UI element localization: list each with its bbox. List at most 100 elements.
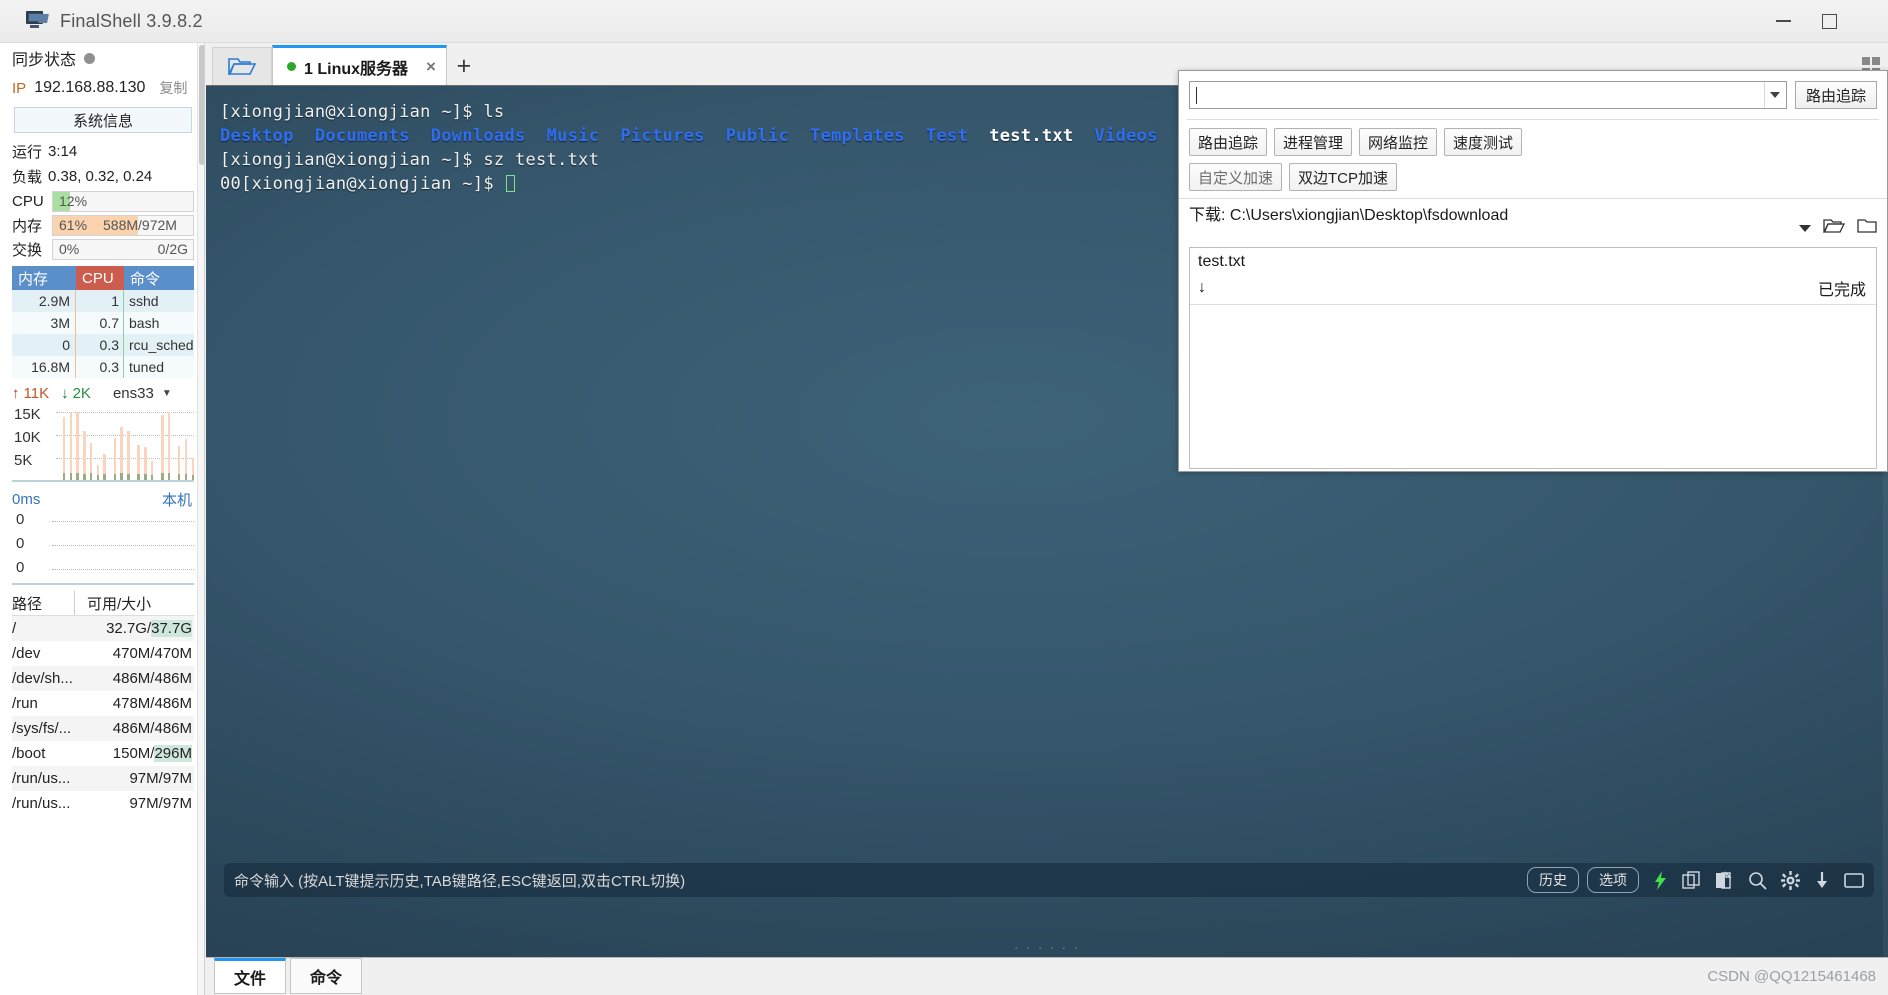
bilateral-tcp-acceleration-button[interactable]: 双边TCP加速 (1289, 163, 1398, 191)
options-button[interactable]: 选项 (1587, 867, 1639, 893)
ls-entry: Public (725, 126, 789, 146)
memory-meter-row: 内存 61% 588M/972M (0, 213, 204, 237)
disk-usage-table: 路径 可用/大小 / 32.7G/37.7G /dev 470M/470M /d… (12, 591, 194, 816)
table-row[interactable]: /boot 150M/296M (12, 741, 194, 766)
net-y-15k: 15K (14, 406, 41, 423)
file-manager-tab[interactable] (212, 47, 272, 85)
ls-entry: Pictures (620, 126, 705, 146)
custom-acceleration-button[interactable]: 自定义加速 (1189, 163, 1283, 191)
disk-size: 32.7G/37.7G (106, 620, 192, 637)
net-bar (69, 410, 72, 480)
ls-entry: Desktop (220, 126, 294, 146)
new-tab-button[interactable]: + (447, 47, 481, 85)
process-cmd: tuned (129, 359, 165, 375)
ls-entry: Templates (810, 126, 905, 146)
table-row[interactable]: 0 0.3 rcu_sched (12, 334, 194, 356)
system-info-sidebar: 同步状态 IP 192.168.88.130 复制 系统信息 运行 3:14 负… (0, 43, 205, 995)
panel-splitter-handle[interactable]: · · · · · · (1014, 940, 1080, 955)
cpu-meter-bar: 12% (52, 190, 194, 212)
tab-linux-server[interactable]: 1 Linux服务器 × (272, 45, 447, 85)
maximize-button[interactable] (1806, 0, 1852, 43)
table-row[interactable]: 16.8M 0.3 tuned (12, 356, 194, 378)
transfer-list[interactable]: test.txt ↓ 已完成 (1189, 247, 1877, 469)
net-bar (76, 410, 79, 480)
table-row[interactable]: /dev/sh... 486M/486M (12, 666, 194, 691)
sidebar-scrollbar[interactable] (197, 43, 204, 995)
net-y-5k: 5K (14, 452, 33, 469)
open-folder-icon[interactable] (1822, 217, 1846, 239)
window-icon[interactable] (1844, 872, 1864, 889)
cpu-meter-percent: 12% (59, 193, 88, 209)
close-icon[interactable]: × (426, 57, 436, 77)
tool-buttons-row-1: 路由追踪 进程管理 网络监控 速度测试 (1179, 128, 1887, 163)
bottom-tab-strip: 文件 命令 /home/xiongjian (206, 957, 1888, 995)
ip-label: IP (12, 79, 27, 97)
chevron-down-icon[interactable]: ▼ (162, 388, 172, 399)
table-row[interactable]: /run 478M/486M (12, 691, 194, 716)
search-icon[interactable] (1748, 871, 1767, 890)
net-bar (134, 410, 136, 480)
tab-commands[interactable]: 命令 (290, 958, 362, 994)
ls-entry: Test (925, 126, 969, 146)
ip-row: IP 192.168.88.130 复制 (0, 73, 204, 103)
process-cpu: 0.7 (76, 312, 124, 334)
download-icon[interactable] (1814, 871, 1830, 890)
copy-ip-button[interactable]: 复制 (159, 78, 187, 98)
process-header-cpu: CPU (76, 266, 124, 290)
process-manager-button[interactable]: 进程管理 (1274, 128, 1353, 156)
speed-test-button[interactable]: 速度测试 (1444, 128, 1523, 156)
host-combobox[interactable] (1189, 81, 1787, 109)
net-bar (87, 410, 89, 480)
lightning-icon[interactable] (1653, 870, 1668, 890)
process-table-header: 内存 CPU 命令 (12, 266, 194, 290)
net-bar (117, 410, 119, 480)
net-bar (167, 410, 171, 480)
table-row[interactable]: /dev 470M/470M (12, 641, 194, 666)
network-stats-row: ↑ 11K ↓ 2K ens33 ▼ (0, 378, 204, 404)
chevron-down-icon[interactable] (1799, 219, 1811, 237)
paste-icon[interactable] (1715, 870, 1734, 890)
gear-icon[interactable] (1781, 870, 1800, 890)
disk-size-highlight: 37.7G (151, 620, 192, 637)
folder-icon[interactable] (1857, 217, 1877, 239)
title-bar: FinalShell 3.9.8.2 (0, 0, 1888, 43)
disk-path: / (12, 620, 17, 637)
network-chart-bars (56, 406, 195, 480)
route-trace-run-button[interactable]: 路由追踪 (1794, 81, 1877, 109)
network-monitor-button[interactable]: 网络监控 (1359, 128, 1438, 156)
table-row[interactable]: / 32.7G/37.7G (12, 616, 194, 641)
table-row[interactable]: /sys/fs/... 486M/486M (12, 716, 194, 741)
disk-size: 486M/486M (112, 670, 192, 687)
history-button[interactable]: 历史 (1527, 867, 1579, 893)
net-bar (127, 410, 130, 480)
sidebar-scrollbar-thumb[interactable] (199, 45, 204, 165)
process-header-mem: 内存 (12, 266, 76, 290)
network-traffic-chart: 15K 10K 5K (12, 404, 195, 482)
net-bar (66, 410, 68, 480)
table-row[interactable]: /run/us... 97M/97M (12, 791, 194, 816)
disk-size-highlight: 296M (154, 745, 192, 762)
ls-entry: Videos (1094, 126, 1158, 146)
lat-y-0b: 0 (16, 535, 25, 552)
net-bar (171, 410, 173, 480)
table-row[interactable]: /run/us... 97M/97M (12, 766, 194, 791)
tab-label: 1 Linux服务器 (304, 60, 409, 78)
swap-meter-row: 交换 0% 0/2G (0, 237, 204, 261)
minimize-button[interactable] (1760, 0, 1806, 43)
command-input-bar[interactable]: 命令输入 (按ALT键提示历史,TAB键路径,ESC键返回,双击CTRL切换) … (224, 863, 1874, 897)
table-row[interactable]: 2.9M 1 sshd (12, 290, 194, 312)
copy-icon[interactable] (1682, 870, 1701, 890)
table-row[interactable]: 3M 0.7 bash (12, 312, 194, 334)
system-info-button[interactable]: 系统信息 (14, 107, 192, 133)
net-bar (89, 410, 93, 480)
network-chart-axis: 15K 10K 5K (12, 404, 54, 480)
disk-table-header: 路径 可用/大小 (12, 591, 194, 616)
tab-files[interactable]: 文件 (214, 958, 286, 994)
uptime-row: 运行 3:14 (0, 139, 204, 164)
network-interface-selector[interactable]: ens33 (113, 385, 154, 402)
chevron-down-icon[interactable] (1763, 82, 1786, 108)
open-folder-icon (228, 56, 256, 77)
route-trace-button[interactable]: 路由追踪 (1189, 128, 1268, 156)
net-bar (188, 410, 190, 480)
load-label: 负载 (12, 169, 43, 186)
